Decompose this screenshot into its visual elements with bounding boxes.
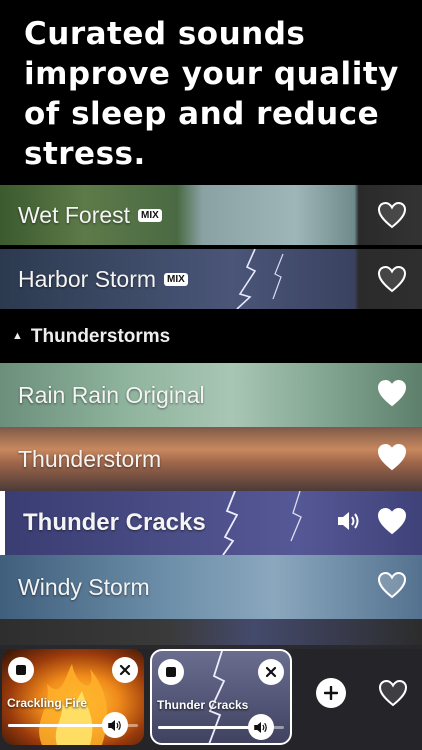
heart-filled-icon[interactable]: [376, 377, 408, 409]
close-icon: [265, 666, 277, 678]
player-card-label: Crackling Fire: [7, 696, 88, 710]
promo-headline: Curated sounds improve your quality of s…: [24, 16, 399, 172]
stop-icon: [16, 665, 26, 675]
close-button[interactable]: [258, 659, 284, 685]
heart-outline-icon[interactable]: [377, 677, 409, 709]
heart-outline-icon[interactable]: [376, 199, 408, 231]
sound-row-thunder-cracks[interactable]: Thunder Cracks: [0, 491, 422, 555]
sound-title: Thunder Cracks: [23, 509, 206, 536]
sound-row-harbor-storm[interactable]: Harbor Storm MIX: [0, 249, 422, 309]
plus-icon: [324, 686, 338, 700]
speaker-volume-icon: [107, 719, 121, 731]
volume-slider[interactable]: [8, 712, 138, 738]
volume-slider-fill: [158, 726, 262, 729]
player-card-thunder-cracks[interactable]: Thunder Cracks: [150, 649, 292, 745]
speaker-volume-icon: [254, 721, 268, 733]
sound-title: Wet Forest: [18, 201, 131, 228]
sound-title: Harbor Storm: [18, 265, 157, 292]
heart-filled-icon[interactable]: [376, 441, 408, 473]
sound-row-windy-storm[interactable]: Windy Storm: [0, 555, 422, 619]
stop-button[interactable]: [158, 659, 184, 685]
sound-title: Rain Rain Original: [18, 381, 205, 408]
heart-filled-icon[interactable]: [376, 505, 408, 537]
add-sound-button[interactable]: [316, 678, 346, 708]
mix-badge: MIX: [138, 208, 162, 222]
stop-icon: [166, 667, 176, 677]
mix-badge: MIX: [164, 272, 188, 286]
player-card-label: Thunder Cracks: [157, 698, 249, 712]
lightning-decoration: [236, 249, 284, 309]
section-title: Thunderstorms: [30, 326, 171, 347]
sound-row-thunderstorm[interactable]: Thunderstorm: [0, 427, 422, 491]
triangle-up-icon: ▲: [12, 330, 23, 342]
speaker-volume-icon[interactable]: [336, 509, 362, 533]
sound-title: Thunderstorm: [18, 445, 162, 472]
volume-slider-knob[interactable]: [101, 712, 128, 738]
heart-outline-icon[interactable]: [376, 263, 408, 295]
volume-slider-fill: [8, 724, 115, 727]
volume-slider[interactable]: [158, 714, 284, 740]
section-header-thunderstorms[interactable]: ▲ Thunderstorms: [12, 326, 170, 348]
stop-button[interactable]: [8, 657, 34, 683]
close-icon: [119, 664, 131, 676]
sound-title: Windy Storm: [18, 573, 150, 600]
player-card-crackling-fire[interactable]: Crackling Fire: [2, 649, 144, 745]
now-playing-bar: Crackling Fire Thunder Cracks: [0, 645, 422, 750]
close-button[interactable]: [112, 657, 138, 683]
sound-row-rain-rain-original[interactable]: Rain Rain Original: [0, 363, 422, 427]
lightning-decoration: [222, 491, 302, 555]
sound-row-wet-forest[interactable]: Wet Forest MIX: [0, 185, 422, 245]
heart-outline-icon[interactable]: [376, 569, 408, 601]
